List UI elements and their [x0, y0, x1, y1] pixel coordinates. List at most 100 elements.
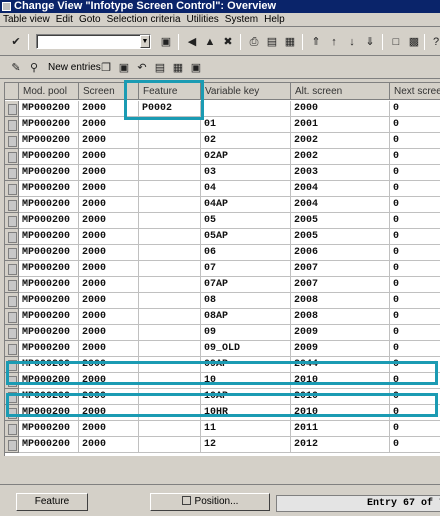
cell-mod-pool[interactable]: MP000200: [19, 421, 79, 437]
cell-feature[interactable]: [139, 165, 201, 181]
row-selector[interactable]: [5, 165, 19, 181]
row-selector[interactable]: [5, 213, 19, 229]
cell-feature[interactable]: [139, 373, 201, 389]
cell-next-screen[interactable]: 0: [390, 181, 440, 197]
cell-mod-pool[interactable]: MP000200: [19, 405, 79, 421]
cell-screen[interactable]: 2000: [79, 405, 139, 421]
delete-icon[interactable]: ▣: [116, 60, 132, 76]
cell-next-screen[interactable]: 0: [390, 389, 440, 405]
row-selector[interactable]: [5, 101, 19, 117]
cell-variable-key[interactable]: 09_OLD: [201, 341, 291, 357]
cell-screen[interactable]: 2000: [79, 389, 139, 405]
cell-mod-pool[interactable]: MP000200: [19, 197, 79, 213]
cell-feature[interactable]: [139, 133, 201, 149]
command-field[interactable]: [36, 34, 151, 49]
last-page-icon[interactable]: ⇓: [362, 34, 378, 50]
column-header-screen[interactable]: Screen: [79, 83, 139, 100]
cell-variable-key[interactable]: 06: [201, 245, 291, 261]
cell-feature[interactable]: [139, 389, 201, 405]
cell-variable-key[interactable]: 10: [201, 373, 291, 389]
shortcut-icon[interactable]: ▩: [406, 34, 422, 50]
cell-screen[interactable]: 2000: [79, 117, 139, 133]
cell-mod-pool[interactable]: MP000200: [19, 309, 79, 325]
cell-feature[interactable]: [139, 277, 201, 293]
find-icon[interactable]: ▤: [264, 34, 280, 50]
cell-feature[interactable]: [139, 181, 201, 197]
cell-mod-pool[interactable]: MP000200: [19, 389, 79, 405]
row-selector[interactable]: [5, 325, 19, 341]
cell-next-screen[interactable]: 0: [390, 405, 440, 421]
select-all-icon[interactable]: ▤: [152, 60, 168, 76]
cell-feature[interactable]: [139, 293, 201, 309]
cell-feature[interactable]: [139, 213, 201, 229]
cell-screen[interactable]: 2000: [79, 341, 139, 357]
cell-alt-screen[interactable]: 2007: [291, 277, 390, 293]
next-page-icon[interactable]: ↓: [344, 34, 360, 50]
help-icon[interactable]: ?: [428, 34, 440, 50]
cell-mod-pool[interactable]: MP000200: [19, 181, 79, 197]
cell-variable-key[interactable]: 11: [201, 421, 291, 437]
column-header-feature[interactable]: Feature: [139, 83, 201, 100]
cell-next-screen[interactable]: 0: [390, 197, 440, 213]
find-next-icon[interactable]: ▦: [282, 34, 298, 50]
cell-next-screen[interactable]: 0: [390, 133, 440, 149]
cell-mod-pool[interactable]: MP000200: [19, 117, 79, 133]
cell-variable-key[interactable]: 02: [201, 133, 291, 149]
cell-mod-pool[interactable]: MP000200: [19, 133, 79, 149]
cell-mod-pool[interactable]: MP000200: [19, 325, 79, 341]
cell-mod-pool[interactable]: MP000200: [19, 101, 79, 117]
cell-alt-screen[interactable]: 2008: [291, 293, 390, 309]
save-icon[interactable]: ▣: [158, 34, 174, 50]
cell-mod-pool[interactable]: MP000200: [19, 245, 79, 261]
cell-variable-key[interactable]: 02AP: [201, 149, 291, 165]
print-icon[interactable]: ⎙: [246, 34, 262, 50]
cell-screen[interactable]: 2000: [79, 149, 139, 165]
cell-feature[interactable]: [139, 341, 201, 357]
cell-next-screen[interactable]: 0: [390, 117, 440, 133]
cell-screen[interactable]: 2000: [79, 277, 139, 293]
cell-alt-screen[interactable]: 2007: [291, 261, 390, 277]
cell-feature[interactable]: [139, 197, 201, 213]
cell-alt-screen[interactable]: 2011: [291, 421, 390, 437]
cell-feature[interactable]: [139, 117, 201, 133]
cell-variable-key[interactable]: 04AP: [201, 197, 291, 213]
row-selector[interactable]: [5, 277, 19, 293]
row-selector[interactable]: [5, 357, 19, 373]
column-header-next-screen[interactable]: Next screen: [390, 83, 440, 100]
previous-page-icon[interactable]: ↑: [326, 34, 342, 50]
cell-mod-pool[interactable]: MP000200: [19, 437, 79, 453]
cell-alt-screen[interactable]: 2012: [291, 437, 390, 453]
cell-feature[interactable]: [139, 229, 201, 245]
row-selector[interactable]: [5, 405, 19, 421]
cell-screen[interactable]: 2000: [79, 293, 139, 309]
cell-feature[interactable]: [139, 245, 201, 261]
cell-mod-pool[interactable]: MP000200: [19, 149, 79, 165]
cell-alt-screen[interactable]: 2005: [291, 229, 390, 245]
column-header-mod-pool[interactable]: Mod. pool: [19, 83, 79, 100]
cell-feature[interactable]: [139, 149, 201, 165]
cell-next-screen[interactable]: 0: [390, 213, 440, 229]
menu-item-goto[interactable]: Goto: [76, 13, 104, 27]
cell-mod-pool[interactable]: MP000200: [19, 229, 79, 245]
cell-screen[interactable]: 2000: [79, 133, 139, 149]
cell-next-screen[interactable]: 0: [390, 277, 440, 293]
cell-next-screen[interactable]: 0: [390, 373, 440, 389]
cell-variable-key[interactable]: 04: [201, 181, 291, 197]
row-selector[interactable]: [5, 389, 19, 405]
cell-feature[interactable]: [139, 405, 201, 421]
cell-alt-screen[interactable]: 2010: [291, 405, 390, 421]
cell-screen[interactable]: 2000: [79, 245, 139, 261]
command-dropdown-icon[interactable]: ▼: [140, 35, 150, 48]
cell-variable-key[interactable]: 07: [201, 261, 291, 277]
cell-feature[interactable]: [139, 357, 201, 373]
select-block-icon[interactable]: ▦: [170, 60, 186, 76]
cell-mod-pool[interactable]: MP000200: [19, 373, 79, 389]
cell-alt-screen[interactable]: 2002: [291, 149, 390, 165]
cell-screen[interactable]: 2000: [79, 101, 139, 117]
cell-next-screen[interactable]: 0: [390, 341, 440, 357]
cell-next-screen[interactable]: 0: [390, 309, 440, 325]
menu-item-edit[interactable]: Edit: [53, 13, 76, 27]
cell-next-screen[interactable]: 0: [390, 245, 440, 261]
cell-screen[interactable]: 2000: [79, 357, 139, 373]
cell-screen[interactable]: 2000: [79, 421, 139, 437]
